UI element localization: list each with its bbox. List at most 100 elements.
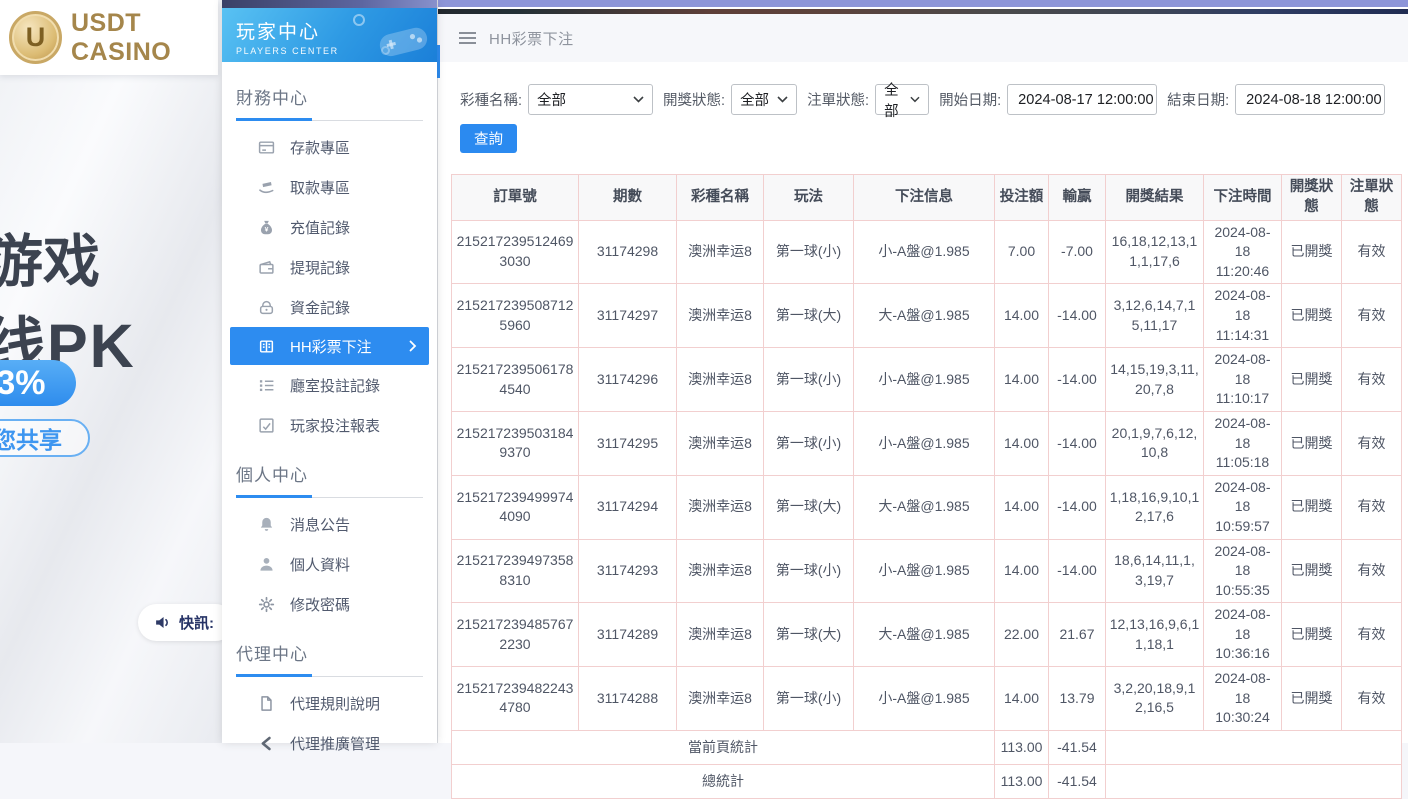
sidebar-item-deposit[interactable]: 存款專區 — [222, 127, 437, 167]
table-cell: 第一球(小) — [764, 348, 854, 412]
players-center-header: 玩家中心 PLAYERS CENTER — [222, 8, 437, 62]
end-date-input[interactable]: 2024-08-18 12:00:00 — [1235, 84, 1385, 115]
table-cell: 2152172395031849370 — [452, 411, 579, 475]
table-cell: 有效 — [1342, 348, 1402, 412]
sidebar-item-hh-lottery-bets[interactable]: HH彩票下注 — [230, 327, 429, 365]
table-cell: 2024-08-18 10:55:35 — [1204, 539, 1282, 603]
sidebar-item-bet-report[interactable]: 玩家投注報表 — [222, 405, 437, 445]
table-cell: 2024-08-18 10:36:16 — [1204, 603, 1282, 667]
chevron-down-icon — [777, 96, 788, 103]
table-cell: 已開獎 — [1282, 603, 1342, 667]
section-finance: 財務中心 存款專區 取款專區 ¥ 充值記錄 — [222, 84, 437, 445]
section-underline — [236, 118, 423, 121]
main-area: HH彩票下注 彩種名稱: 全部 開獎狀態: 全部 注單狀態: 全部 — [437, 0, 1408, 743]
table-cell: 3,2,20,18,9,12,16,5 — [1106, 667, 1204, 731]
table-cell: 14.00 — [995, 475, 1049, 539]
announcement-bell-icon — [258, 516, 275, 533]
table-cell: 31174295 — [579, 411, 677, 475]
promo-invite-button[interactable]: 邀您共享 — [0, 419, 90, 457]
table-body: 215217239512469303031174298澳洲幸运8第一球(小)小-… — [452, 220, 1402, 798]
table-cell: 已開獎 — [1282, 284, 1342, 348]
table-cell: 12,13,16,9,6,11,18,1 — [1106, 603, 1204, 667]
table-cell: 14.00 — [995, 667, 1049, 731]
column-header: 投注額 — [995, 175, 1049, 221]
table-cell: -7.00 — [1049, 220, 1106, 284]
agent-promo-share-icon — [258, 735, 275, 752]
column-header: 輸贏 — [1049, 175, 1106, 221]
profile-person-icon — [258, 556, 275, 573]
table-cell: 小-A盤@1.985 — [854, 667, 995, 731]
table-cell: 澳洲幸运8 — [677, 284, 764, 348]
table-cell: 7.00 — [995, 220, 1049, 284]
lottery-name-select[interactable]: 全部 — [528, 84, 653, 115]
scrollbar-thumb[interactable] — [437, 45, 440, 78]
speaker-icon — [154, 614, 171, 631]
table-cell: 澳洲幸运8 — [677, 603, 764, 667]
sidebar-item-withdrawal-record[interactable]: 提現記錄 — [222, 247, 437, 287]
filter-bar: 彩種名稱: 全部 開獎狀態: 全部 注單狀態: 全部 開始日期: 2024-08… — [460, 84, 1408, 115]
table-cell: 2024-08-18 10:59:57 — [1204, 475, 1282, 539]
recharge-bag-icon: ¥ — [258, 219, 275, 236]
table-row: 215217239506178454031174296澳洲幸运8第一球(小)小-… — [452, 348, 1402, 412]
table-cell: 澳洲幸运8 — [677, 411, 764, 475]
promo-rate-badge: 1.3% — [0, 360, 76, 406]
table-row: 215217239485767223031174289澳洲幸运8第一球(大)大-… — [452, 603, 1402, 667]
lottery-bet-icon — [258, 338, 275, 355]
table-row: 215217239512469303031174298澳洲幸运8第一球(小)小-… — [452, 220, 1402, 284]
table-cell: 16,18,12,13,11,1,17,6 — [1106, 220, 1204, 284]
sidebar-item-agent-rules[interactable]: 代理規則說明 — [222, 683, 437, 723]
table-cell: 第一球(小) — [764, 539, 854, 603]
column-header: 開獎狀態 — [1282, 175, 1342, 221]
table-cell: 第一球(大) — [764, 284, 854, 348]
table-cell: 澳洲幸运8 — [677, 539, 764, 603]
section-title: 個人中心 — [222, 461, 437, 486]
sidebar-item-room-bet-record[interactable]: 廳室投註記錄 — [222, 365, 437, 405]
sidebar-item-change-password[interactable]: 修改密碼 — [222, 584, 437, 624]
draw-status-select[interactable]: 全部 — [731, 84, 797, 115]
summary-label: 當前頁統計 — [452, 730, 995, 764]
table-row: 215217239497358831031174293澳洲幸运8第一球(小)小-… — [452, 539, 1402, 603]
table-cell: 已開獎 — [1282, 411, 1342, 475]
sidebar-item-agent-promo[interactable]: 代理推廣管理 — [222, 723, 437, 763]
table-cell: 31174297 — [579, 284, 677, 348]
table-cell: 澳洲幸运8 — [677, 348, 764, 412]
table-cell: 有效 — [1342, 603, 1402, 667]
sidebar: 玩家中心 PLAYERS CENTER 財務中心 — [222, 0, 437, 743]
table-cell: 第一球(小) — [764, 220, 854, 284]
table-cell: 31174294 — [579, 475, 677, 539]
search-button[interactable]: 查詢 — [460, 124, 517, 153]
table-cell: 已開獎 — [1282, 348, 1342, 412]
screen: U USDT CASINO 游戏 线PK 1.3% 邀您共享 快訊: 玩家中心 … — [0, 0, 1408, 743]
usdt-coin-icon: U — [9, 11, 62, 64]
table-cell: 20,1,9,7,6,12,10,8 — [1106, 411, 1204, 475]
order-status-select[interactable]: 全部 — [875, 84, 929, 115]
table-cell: 2024-08-18 10:30:24 — [1204, 667, 1282, 731]
table-cell: 13.79 — [1049, 667, 1106, 731]
sidebar-item-profile[interactable]: 個人資料 — [222, 544, 437, 584]
chevron-down-icon — [633, 96, 644, 103]
column-header: 訂單號 — [452, 175, 579, 221]
content: 彩種名稱: 全部 開獎狀態: 全部 注單狀態: 全部 開始日期: 2024-08… — [438, 62, 1408, 799]
table-cell: 2152172395124693030 — [452, 220, 579, 284]
bet-report-icon — [258, 417, 275, 434]
start-date-input[interactable]: 2024-08-17 12:00:00 — [1007, 84, 1157, 115]
menu-toggle-icon[interactable] — [459, 27, 476, 49]
table-cell: 大-A盤@1.985 — [854, 603, 995, 667]
logo[interactable]: U USDT CASINO — [0, 0, 218, 75]
table-cell: 已開獎 — [1282, 475, 1342, 539]
column-header: 彩種名稱 — [677, 175, 764, 221]
table-cell: 2152172394999744090 — [452, 475, 579, 539]
promo-banner: U USDT CASINO 游戏 线PK 1.3% 邀您共享 快訊: — [0, 0, 222, 743]
sidebar-item-withdraw[interactable]: 取款專區 — [222, 167, 437, 207]
chevron-down-icon — [910, 96, 920, 103]
bet-table: 訂單號期數彩種名稱玩法下注信息投注額輸贏開獎結果下注時間開獎狀態注單狀態 215… — [451, 174, 1402, 799]
sidebar-item-announcements[interactable]: 消息公告 — [222, 504, 437, 544]
sidebar-item-recharge-record[interactable]: ¥ 充值記錄 — [222, 207, 437, 247]
sidebar-item-funds-record[interactable]: 資金記錄 — [222, 287, 437, 327]
table-cell: 2152172394822434780 — [452, 667, 579, 731]
chevron-right-icon — [409, 340, 417, 352]
table-cell: 小-A盤@1.985 — [854, 411, 995, 475]
table-cell: 14.00 — [995, 539, 1049, 603]
table-cell: 澳洲幸运8 — [677, 475, 764, 539]
password-gear-icon — [258, 596, 275, 613]
